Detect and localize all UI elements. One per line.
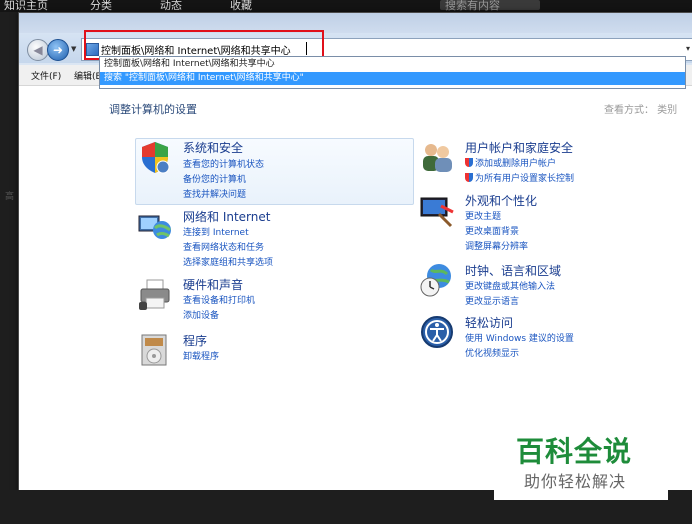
category-title[interactable]: 硬件和声音: [183, 276, 243, 293]
top-item[interactable]: 分类: [90, 0, 112, 12]
category-link[interactable]: 查找并解决问题: [183, 187, 246, 200]
category-appearance[interactable]: 外观和个性化 更改主题 更改桌面背景 调整屏幕分辨率: [419, 192, 679, 252]
top-item[interactable]: 动态: [160, 0, 182, 12]
menu-file[interactable]: 文件(F): [31, 69, 61, 82]
top-search-text: 搜索有内容: [445, 0, 500, 12]
category-title[interactable]: 用户帐户和家庭安全: [465, 139, 573, 156]
category-link[interactable]: 更改主题: [465, 209, 501, 222]
category-link[interactable]: 选择家庭组和共享选项: [183, 255, 273, 268]
category-link[interactable]: 备份您的计算机: [183, 172, 246, 185]
category-users[interactable]: 用户帐户和家庭安全 添加或删除用户帐户 为所有用户设置家长控制: [419, 139, 679, 187]
autocomplete-item-search[interactable]: 搜索 "控制面板\网络和 Internet\网络和共享中心": [100, 72, 685, 85]
category-link[interactable]: 更改键盘或其他输入法: [465, 279, 555, 292]
network-globe-icon: [138, 215, 171, 239]
category-clock[interactable]: 时钟、语言和区域 更改键盘或其他输入法 更改显示语言: [419, 262, 679, 307]
category-link[interactable]: 更改桌面背景: [465, 224, 519, 237]
watermark: 百科全说 助你轻松解决: [494, 430, 668, 500]
watermark-title: 百科全说: [516, 435, 633, 468]
category-ease[interactable]: 轻松访问 使用 Windows 建议的设置 优化视频显示: [419, 314, 679, 359]
category-link[interactable]: 查看网络状态和任务: [183, 240, 264, 253]
category-security[interactable]: 系统和安全 查看您的计算机状态 备份您的计算机 查找并解决问题: [137, 139, 417, 203]
forward-button[interactable]: ➜: [47, 39, 69, 61]
top-item[interactable]: 收藏: [230, 0, 252, 12]
address-autocomplete-dropdown: 控制面板\网络和 Internet\网络和共享中心 搜索 "控制面板\网络和 I…: [99, 56, 686, 89]
category-programs[interactable]: 程序 卸载程序: [137, 332, 417, 372]
programs-box-icon: [141, 334, 167, 366]
category-title[interactable]: 程序: [183, 332, 207, 349]
category-link[interactable]: 优化视频显示: [465, 346, 519, 359]
category-hardware[interactable]: 硬件和声音 查看设备和打印机 添加设备: [137, 276, 417, 324]
forward-arrow-icon: ➜: [52, 43, 64, 57]
autocomplete-item[interactable]: 控制面板\网络和 Internet\网络和共享中心: [100, 58, 685, 71]
category-title[interactable]: 时钟、语言和区域: [465, 262, 561, 279]
chevron-down-icon[interactable]: ▾: [686, 44, 690, 53]
users-icon: [423, 144, 452, 172]
category-link[interactable]: 查看设备和打印机: [183, 293, 255, 306]
category-link[interactable]: 使用 Windows 建议的设置: [465, 331, 574, 344]
category-link[interactable]: 调整屏幕分辨率: [465, 239, 528, 252]
back-button[interactable]: ◀: [27, 39, 49, 61]
category-title[interactable]: 网络和 Internet: [183, 208, 270, 225]
top-item[interactable]: 知识主页: [4, 0, 48, 12]
watermark-subtitle: 助你轻松解决: [524, 472, 627, 491]
top-toolbar-strip: 知识主页 分类 动态 收藏 搜索有内容: [0, 0, 692, 12]
printer-icon: [139, 279, 170, 310]
shield-icon: [142, 142, 170, 174]
sidebar-stub-text: 高: [5, 192, 15, 202]
category-link[interactable]: 添加或删除用户帐户: [465, 156, 556, 169]
category-title[interactable]: 系统和安全: [183, 139, 243, 156]
globe-clock-icon: [420, 264, 451, 297]
page-heading: 调整计算机的设置: [109, 103, 197, 116]
category-link[interactable]: 连接到 Internet: [183, 225, 249, 238]
category-link[interactable]: 查看您的计算机状态: [183, 157, 264, 170]
category-link[interactable]: 添加设备: [183, 308, 219, 321]
category-link[interactable]: 卸载程序: [183, 349, 219, 362]
category-title[interactable]: 外观和个性化: [465, 192, 537, 209]
category-link[interactable]: 更改显示语言: [465, 294, 519, 307]
category-network[interactable]: 网络和 Internet 连接到 Internet 查看网络状态和任务 选择家庭…: [137, 208, 417, 268]
category-title[interactable]: 轻松访问: [465, 314, 513, 331]
back-arrow-icon: ◀: [33, 43, 43, 57]
recent-pages-dropdown-icon[interactable]: ▼: [71, 45, 76, 53]
view-by-selector[interactable]: 查看方式： 类别: [604, 101, 677, 116]
category-link[interactable]: 为所有用户设置家长控制: [465, 171, 574, 184]
monitor-brush-icon: [420, 197, 454, 228]
ease-of-access-icon: [421, 316, 453, 348]
